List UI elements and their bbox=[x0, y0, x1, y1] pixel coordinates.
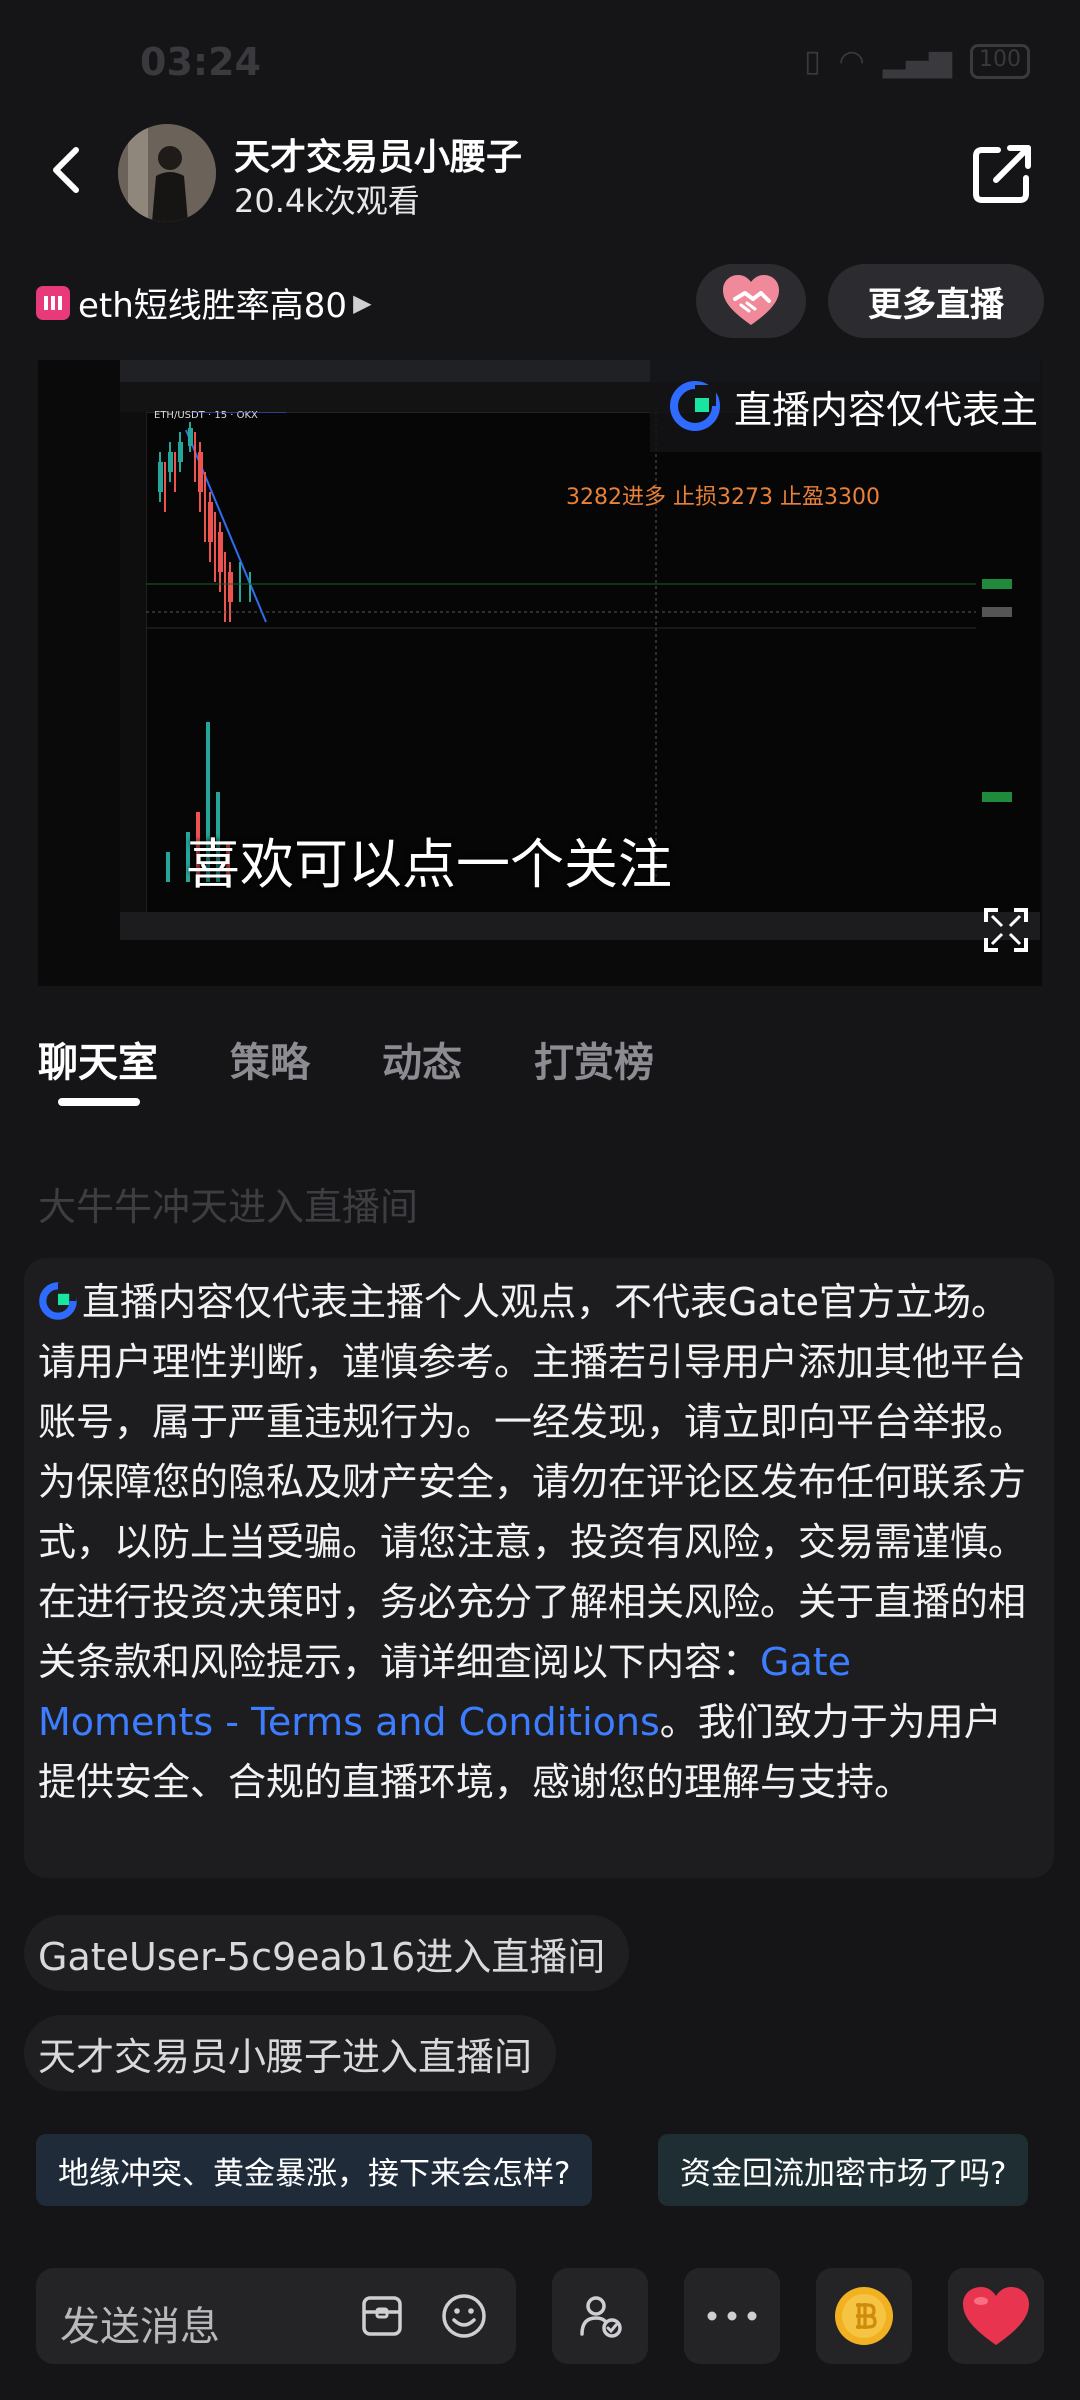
message-placeholder: 发送消息 bbox=[60, 2304, 220, 2350]
play-triangle-icon: ▶ bbox=[353, 288, 372, 317]
tab-strategy[interactable]: 策略 bbox=[230, 1030, 310, 1088]
more-options-button[interactable] bbox=[684, 2268, 780, 2364]
trade-plan-annotation: 3282进多 止损3273 止盈3300 bbox=[566, 485, 880, 510]
tab-activity[interactable]: 动态 bbox=[382, 1030, 462, 1088]
tip-coin-button[interactable] bbox=[816, 2268, 912, 2364]
handshake-follow-button[interactable] bbox=[696, 264, 806, 338]
user-check-icon bbox=[580, 2296, 622, 2338]
tab-bar: 聊天室 策略 动态 打赏榜 bbox=[38, 1030, 726, 1088]
chat-message-text: GateUser-5c9eab16进入直播间 bbox=[38, 1934, 606, 1979]
disclaimer-banner: 直播内容仅代表主 bbox=[650, 360, 1042, 452]
live-bars-icon bbox=[36, 285, 70, 320]
suggestion-chip[interactable]: 资金回流加密市场了吗? bbox=[658, 2134, 1029, 2206]
back-arrow-icon[interactable] bbox=[40, 140, 100, 200]
stream-topic[interactable]: eth短线胜率高80 ▶ bbox=[36, 278, 372, 327]
video-subtitle: 喜欢可以点一个关注 bbox=[186, 833, 672, 896]
status-icons: ▯ ◠ ▂▄▆ 100 bbox=[804, 44, 1030, 79]
chat-system-message: 大牛牛冲天进入直播间 bbox=[38, 1185, 419, 1229]
host-name[interactable]: 天才交易员小腰子 bbox=[234, 128, 522, 180]
gate-logo-icon bbox=[39, 1282, 77, 1320]
heart-icon bbox=[963, 2287, 1029, 2345]
bitcoin-coin-icon bbox=[835, 2287, 893, 2345]
host-avatar[interactable] bbox=[118, 124, 216, 222]
active-tab-indicator bbox=[58, 1098, 140, 1106]
chat-message-text: 天才交易员小腰子进入直播间 bbox=[38, 2034, 533, 2079]
stream-title: eth短线胜率高80 bbox=[78, 286, 348, 326]
chart-drawing-tools bbox=[120, 412, 147, 918]
status-time: 03:24 bbox=[140, 40, 261, 84]
signal-icon: ▂▄▆ bbox=[882, 44, 952, 79]
view-count: 20.4k次观看 bbox=[234, 182, 420, 220]
gate-logo-icon bbox=[670, 381, 720, 431]
chat-message: GateUser-5c9eab16进入直播间 bbox=[24, 1915, 630, 1991]
follow-user-button[interactable] bbox=[552, 2268, 648, 2364]
heart-handshake-icon bbox=[723, 275, 779, 325]
fullscreen-icon[interactable] bbox=[982, 906, 1030, 954]
desktop-taskbar bbox=[120, 912, 1040, 940]
tab-chatroom[interactable]: 聊天室 bbox=[38, 1030, 158, 1088]
video-player[interactable]: ETH/USDT · 15 · OKX 3282进多 止损3273 止盈3300… bbox=[38, 360, 1042, 986]
gift-box-icon[interactable] bbox=[360, 2294, 404, 2338]
more-live-button[interactable]: 更多直播 bbox=[828, 264, 1044, 338]
chat-message: 天才交易员小腰子进入直播间 bbox=[24, 2015, 557, 2091]
notice-body: 直播内容仅代表主播个人观点，不代表Gate官方立场。请用户理性判断，谨慎参考。主… bbox=[38, 1280, 1027, 1684]
like-button[interactable] bbox=[948, 2268, 1044, 2364]
suggestion-chip[interactable]: 地缘冲突、黄金暴涨，接下来会怎样? bbox=[36, 2134, 593, 2206]
share-icon[interactable] bbox=[968, 138, 1038, 208]
emoji-icon[interactable] bbox=[440, 2292, 488, 2340]
battery-icon: 100 bbox=[970, 44, 1030, 79]
banner-text: 直播内容仅代表主 bbox=[734, 387, 1039, 432]
tab-tip-ranking[interactable]: 打赏榜 bbox=[534, 1030, 654, 1088]
more-dots-icon bbox=[707, 2311, 757, 2321]
message-input[interactable]: 发送消息 bbox=[36, 2268, 516, 2364]
disclaimer-notice: 直播内容仅代表主播个人观点，不代表Gate官方立场。请用户理性判断，谨慎参考。主… bbox=[24, 1258, 1054, 1878]
wifi-icon: ◠ bbox=[838, 44, 865, 79]
vibrate-icon: ▯ bbox=[804, 44, 821, 79]
